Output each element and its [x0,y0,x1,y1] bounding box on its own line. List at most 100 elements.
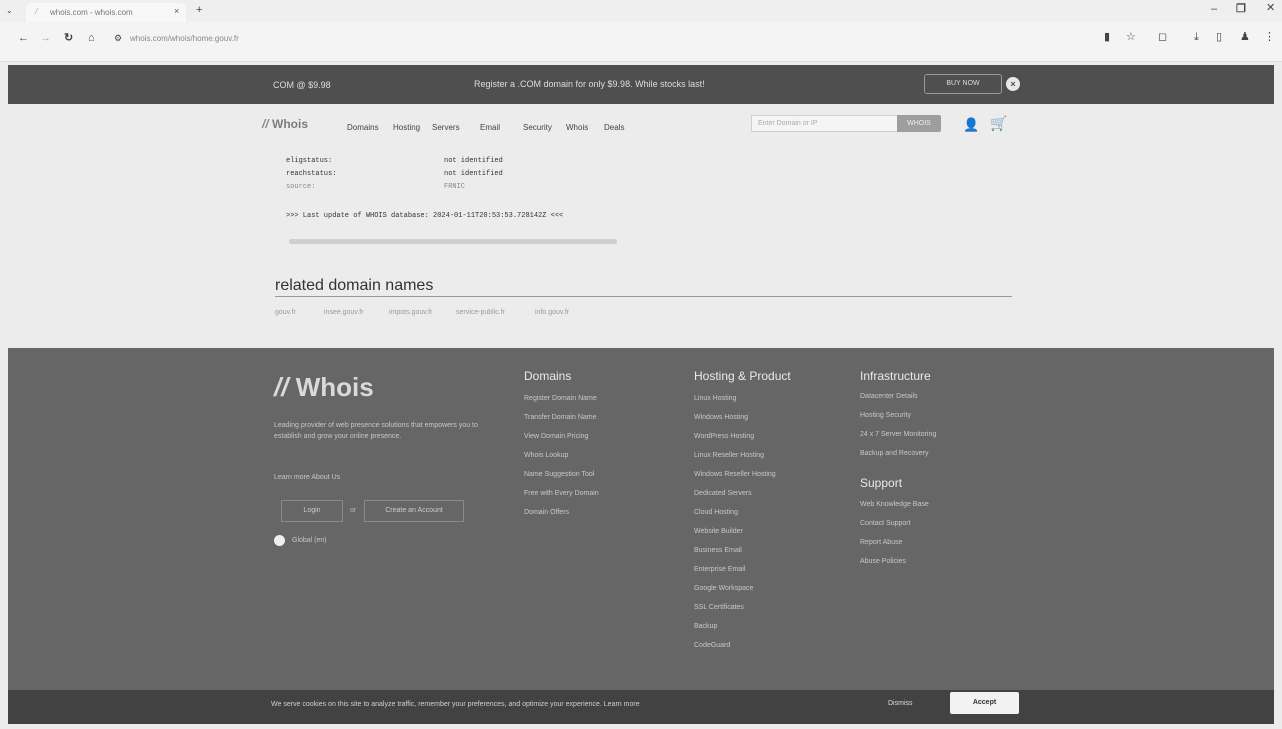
site-nav: // Whois Domains Hosting Servers Email S… [0,104,1282,146]
browser-tab[interactable]: ⁄ whois.com - whois.com × [26,3,186,22]
footer-link[interactable]: View Domain Pricing [524,433,588,440]
footer-link[interactable]: Business Email [694,547,742,554]
bookmark-star-icon[interactable]: ☆ [1126,31,1136,43]
related-domain-link[interactable]: gouv.fr [275,309,296,316]
divider [275,296,1012,297]
tab-list-icon[interactable]: ⌄ [6,5,13,17]
login-button[interactable]: Login [281,500,343,522]
footer-link[interactable]: Windows Hosting [694,414,748,421]
new-tab-icon[interactable]: + [196,4,202,16]
back-icon[interactable]: ← [18,32,29,44]
tab-title: whois.com - whois.com [50,8,133,17]
footer-link[interactable]: Abuse Policies [860,558,906,565]
footer-link[interactable]: Free with Every Domain [524,490,599,497]
footer-link[interactable]: Backup and Recovery [860,450,928,457]
footer-link[interactable]: 24 x 7 Server Monitoring [860,431,936,438]
home-icon[interactable]: ⌂ [88,32,95,44]
footer-link[interactable]: Transfer Domain Name [524,414,597,421]
forward-icon[interactable]: → [40,32,51,44]
whois-value: not identified [444,157,503,165]
footer-link[interactable]: Datacenter Details [860,393,918,400]
favicon-icon: ⁄ [36,7,38,16]
accept-button[interactable]: Accept [950,692,1019,714]
footer-link[interactable]: Whois Lookup [524,452,568,459]
footer-link[interactable]: Contact Support [860,520,911,527]
footer-link[interactable]: Web Knowledge Base [860,501,929,508]
cart-icon[interactable]: 🛒 [990,115,1007,132]
related-domains-title: related domain names [275,277,434,294]
nav-security[interactable]: Security [523,123,552,132]
domain-search-input[interactable]: Enter Domain or IP [751,115,898,132]
reader-icon[interactable]: ▮ [1104,31,1110,43]
footer-link[interactable]: Register Domain Name [524,395,597,402]
related-domain-link[interactable]: impots.gouv.fr [389,309,432,316]
account-icon[interactable]: 👤 [963,117,979,133]
footer-link[interactable]: Google Workspace [694,585,753,592]
promo-close-icon[interactable]: × [1006,77,1020,91]
learn-more-link[interactable]: Learn more About Us [274,474,340,481]
or-label: or [350,507,357,514]
footer-col-title-hosting: Hosting & Product [694,369,791,383]
promo-price: COM @ $9.98 [273,80,331,90]
site-info-icon[interactable]: ⚙ [114,32,122,44]
footer-link[interactable]: CodeGuard [694,642,730,649]
nav-email[interactable]: Email [480,123,500,132]
footer-link[interactable]: Name Suggestion Tool [524,471,594,478]
footer-link[interactable]: Cloud Hosting [694,509,738,516]
footer-link[interactable]: WordPress Hosting [694,433,754,440]
nav-hosting[interactable]: Hosting [393,123,420,132]
footer-link[interactable]: SSL Certificates [694,604,744,611]
whois-logo[interactable]: // Whois [262,117,308,131]
whois-value: not identified [444,170,503,178]
footer-tagline: Leading provider of web presence solutio… [274,422,478,440]
close-window-icon[interactable]: ✕ [1266,2,1275,14]
footer-link[interactable]: Hosting Security [860,412,911,419]
code-scrollbar[interactable] [289,239,617,244]
footer-col-title-support: Support [860,476,903,490]
logo-mark-icon: // [274,372,289,402]
cookie-message: We serve cookies on this site to analyze… [271,701,640,708]
download-icon[interactable]: ⤓ [1194,31,1199,43]
promo-bar: COM @ $9.98 Register a .COM domain for o… [8,65,1274,104]
footer-link[interactable]: Enterprise Email [694,566,745,573]
browser-address-bar: ← → ↻ ⌂ ⚙ whois.com/whois/home.gouv.fr ▮… [0,22,1282,62]
footer-link[interactable]: Dedicated Servers [694,490,752,497]
restore-icon[interactable]: ❐ [1236,3,1246,15]
related-domain-link[interactable]: insee.gouv.fr [324,309,364,316]
whois-search-button[interactable]: WHOIS [897,115,941,132]
url-field[interactable]: whois.com/whois/home.gouv.fr [130,34,239,43]
nav-domains[interactable]: Domains [347,123,379,132]
sidebar-icon[interactable]: ▯ [1216,31,1222,43]
nav-deals[interactable]: Deals [604,123,624,132]
footer-link[interactable]: Website Builder [694,528,743,535]
related-domain-link[interactable]: info.gouv.fr [535,309,569,316]
profile-icon[interactable]: ♟ [1240,31,1250,43]
globe-icon [274,535,285,546]
footer-logo[interactable]: // Whois [274,372,374,403]
footer-link[interactable]: Domain Offers [524,509,569,516]
footer-link[interactable]: Linux Reseller Hosting [694,452,764,459]
whois-last-update: >>> Last update of WHOIS database: 2024-… [286,212,564,220]
promo-message: Register a .COM domain for only $9.98. W… [474,79,705,89]
buy-now-button[interactable]: BUY NOW [924,74,1002,94]
footer-link[interactable]: Linux Hosting [694,395,736,402]
tab-close-icon[interactable]: × [174,6,179,16]
nav-servers[interactable]: Servers [432,123,460,132]
menu-icon[interactable]: ⋮ [1264,31,1275,43]
extensions-icon[interactable]: ◻ [1158,31,1167,43]
related-domain-link[interactable]: service-public.fr [456,309,505,316]
create-account-button[interactable]: Create an Account [364,500,464,522]
country-selector[interactable]: Global (en) [292,537,327,544]
footer-link[interactable]: Report Abuse [860,539,902,546]
reload-icon[interactable]: ↻ [64,32,73,44]
whois-value: FRNIC [444,183,466,191]
cookie-banner: We serve cookies on this site to analyze… [8,690,1274,724]
footer-col-title-infrastructure: Infrastructure [860,369,931,383]
site-footer: // Whois Leading provider of web presenc… [8,348,1274,690]
whois-key: reachstatus: [286,170,337,178]
minimize-icon[interactable]: – [1211,3,1217,15]
footer-link[interactable]: Windows Reseller Hosting [694,471,776,478]
nav-whois[interactable]: Whois [566,123,588,132]
dismiss-button[interactable]: Dismiss [888,700,913,707]
footer-link[interactable]: Backup [694,623,717,630]
